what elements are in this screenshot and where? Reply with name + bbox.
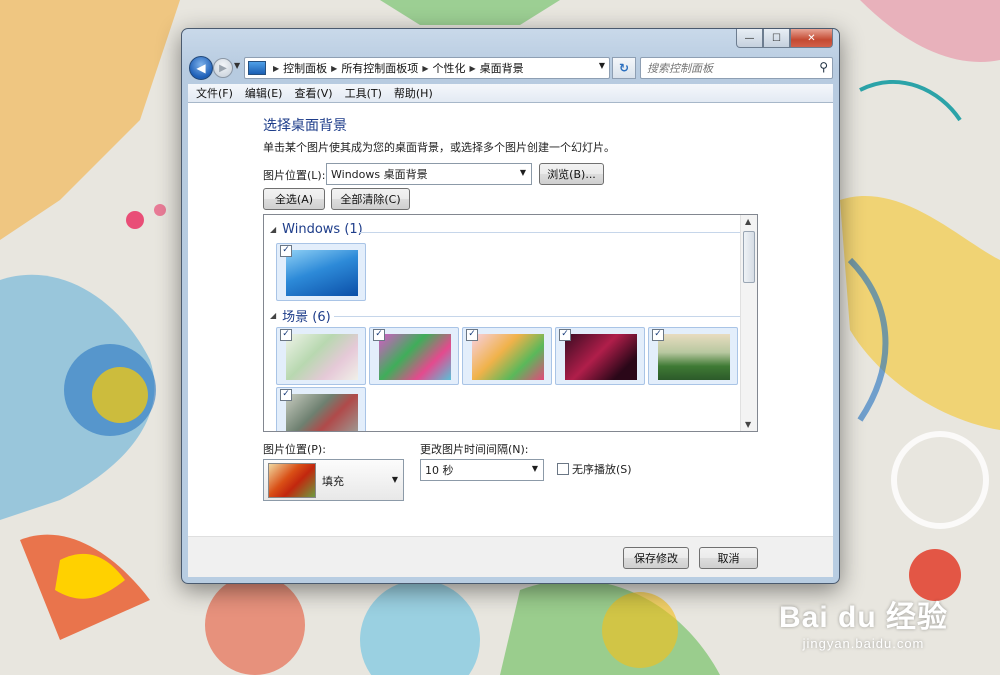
scene-wallpaper-3 bbox=[472, 334, 544, 380]
minimize-button[interactable]: — bbox=[736, 29, 763, 48]
wallpaper-gallery: ◢ Windows (1) ✓ ◢ 场景 (6) ✓ ✓ ✓ ✓ ✓ ✓ ▲ ▼ bbox=[263, 214, 758, 432]
close-button[interactable]: ✕ bbox=[790, 29, 833, 48]
thumbnail-checkbox[interactable]: ✓ bbox=[652, 329, 664, 341]
breadcrumb-separator-icon[interactable]: ▶ bbox=[331, 64, 337, 73]
breadcrumb-separator-icon[interactable]: ▶ bbox=[273, 64, 279, 73]
clear-all-button[interactable]: 全部清除(C) bbox=[331, 188, 410, 210]
wallpaper-thumbnail[interactable]: ✓ bbox=[369, 327, 459, 385]
chevron-down-icon: ▼ bbox=[391, 475, 398, 484]
maximize-icon: ☐ bbox=[772, 32, 781, 44]
footer-bar: 保存修改 取消 bbox=[188, 536, 833, 577]
control-panel-icon bbox=[248, 61, 266, 75]
scroll-up-icon[interactable]: ▲ bbox=[745, 217, 751, 226]
breadcrumb-all-items[interactable]: 所有控制面板项 bbox=[341, 60, 418, 76]
menu-edit[interactable]: 编辑(E) bbox=[239, 85, 289, 101]
thumbnail-checkbox[interactable]: ✓ bbox=[466, 329, 478, 341]
baidu-watermark: Bai du 经验 jingyan.baidu.com bbox=[779, 592, 948, 651]
shuffle-option[interactable]: 无序播放(S) bbox=[557, 461, 632, 477]
breadcrumb-personalization[interactable]: 个性化 bbox=[432, 60, 465, 76]
minimize-icon: — bbox=[744, 32, 755, 44]
cancel-button[interactable]: 取消 bbox=[699, 547, 758, 569]
group-divider bbox=[360, 232, 740, 233]
collapse-triangle-icon[interactable]: ◢ bbox=[270, 225, 276, 234]
maximize-button[interactable]: ☐ bbox=[763, 29, 790, 48]
position-preview-image bbox=[268, 463, 316, 498]
refresh-icon: ↻ bbox=[618, 61, 630, 75]
breadcrumb-desktop-background[interactable]: 桌面背景 bbox=[480, 60, 524, 76]
chevron-down-icon: ▼ bbox=[234, 61, 241, 70]
group-header-windows[interactable]: ◢ Windows (1) bbox=[270, 222, 363, 237]
menu-view[interactable]: 查看(V) bbox=[288, 85, 338, 101]
group-divider bbox=[334, 316, 740, 317]
scene-wallpaper-1 bbox=[286, 334, 358, 380]
thumbnail-checkbox[interactable]: ✓ bbox=[373, 329, 385, 341]
wallpaper-thumbnail[interactable]: ✓ bbox=[648, 327, 738, 385]
search-icon[interactable]: ⚲ bbox=[819, 60, 828, 74]
page-title: 选择桌面背景 bbox=[263, 118, 347, 134]
forward-arrow-icon: ▶ bbox=[219, 62, 227, 74]
thumbnail-checkbox[interactable]: ✓ bbox=[280, 329, 292, 341]
close-icon: ✕ bbox=[807, 32, 816, 44]
windows-logo-wallpaper bbox=[286, 250, 358, 296]
scene-wallpaper-4 bbox=[565, 334, 637, 380]
scrollbar-thumb[interactable] bbox=[743, 231, 755, 283]
picture-location-label: 图片位置(L): bbox=[263, 169, 326, 182]
recent-pages-dropdown[interactable]: ▼ bbox=[234, 61, 240, 70]
thumbnail-checkbox[interactable]: ✓ bbox=[280, 245, 292, 257]
breadcrumb-control-panel[interactable]: 控制面板 bbox=[283, 60, 327, 76]
select-all-button[interactable]: 全选(A) bbox=[263, 188, 325, 210]
refresh-button[interactable]: ↻ bbox=[612, 57, 636, 79]
scene-wallpaper-5 bbox=[658, 334, 730, 380]
thumbnail-checkbox[interactable]: ✓ bbox=[280, 389, 292, 401]
breadcrumb-separator-icon[interactable]: ▶ bbox=[422, 64, 428, 73]
interval-select[interactable]: 10 秒 ▼ bbox=[420, 459, 544, 481]
page-description: 单击某个图片使其成为您的桌面背景，或选择多个图片创建一个幻灯片。 bbox=[263, 141, 615, 154]
wallpaper-thumbnail[interactable]: ✓ bbox=[276, 327, 366, 385]
collapse-triangle-icon[interactable]: ◢ bbox=[270, 311, 276, 320]
shuffle-label: 无序播放(S) bbox=[572, 463, 632, 476]
desktop-background-window: — ☐ ✕ ◀ ▶ ▼ ▶ 控制面板 ▶ 所有控制面板项 ▶ 个性化 ▶ 桌面背… bbox=[181, 28, 840, 584]
scene-wallpaper-2 bbox=[379, 334, 451, 380]
chevron-down-icon: ▼ bbox=[519, 168, 526, 177]
wallpaper-thumbnail[interactable]: ✓ bbox=[276, 387, 366, 431]
back-arrow-icon: ◀ bbox=[196, 61, 206, 75]
browse-button[interactable]: 浏览(B)... bbox=[539, 163, 604, 185]
breadcrumb-separator-icon[interactable]: ▶ bbox=[469, 64, 475, 73]
picture-position-select[interactable]: 填充 ▼ bbox=[263, 459, 404, 501]
wallpaper-thumbnail[interactable]: ✓ bbox=[462, 327, 552, 385]
forward-button[interactable]: ▶ bbox=[213, 58, 233, 78]
watermark-logo: Bai du 经验 bbox=[778, 601, 948, 634]
search-box: ⚲ bbox=[640, 57, 833, 79]
group-header-scenes[interactable]: ◢ 场景 (6) bbox=[270, 306, 331, 325]
address-dropdown-icon[interactable]: ▼ bbox=[599, 61, 605, 70]
watermark-url: jingyan.baidu.com bbox=[802, 636, 925, 651]
caption-buttons: — ☐ ✕ bbox=[736, 29, 833, 48]
wallpaper-thumbnail[interactable]: ✓ bbox=[276, 243, 366, 301]
thumbnail-checkbox[interactable]: ✓ bbox=[559, 329, 571, 341]
menu-tools[interactable]: 工具(T) bbox=[339, 85, 388, 101]
menu-file[interactable]: 文件(F) bbox=[190, 85, 239, 101]
menu-bar: 文件(F) 编辑(E) 查看(V) 工具(T) 帮助(H) bbox=[188, 84, 833, 103]
picture-position-label: 图片位置(P): bbox=[263, 443, 326, 456]
picture-position-value: 填充 bbox=[322, 475, 344, 488]
scroll-down-icon[interactable]: ▼ bbox=[745, 420, 751, 429]
group-title: 场景 (6) bbox=[282, 310, 331, 325]
menu-help[interactable]: 帮助(H) bbox=[388, 85, 439, 101]
interval-label: 更改图片时间间隔(N): bbox=[420, 443, 529, 456]
group-title: Windows (1) bbox=[282, 222, 363, 237]
back-button[interactable]: ◀ bbox=[189, 56, 213, 80]
wallpaper-thumbnail[interactable]: ✓ bbox=[555, 327, 645, 385]
shuffle-checkbox[interactable] bbox=[557, 463, 569, 475]
chevron-down-icon: ▼ bbox=[531, 464, 538, 473]
content-pane: 选择桌面背景 单击某个图片使其成为您的桌面背景，或选择多个图片创建一个幻灯片。 … bbox=[188, 103, 833, 537]
address-bar[interactable]: ▶ 控制面板 ▶ 所有控制面板项 ▶ 个性化 ▶ 桌面背景 ▼ bbox=[244, 57, 610, 79]
scene-wallpaper-6 bbox=[286, 394, 358, 431]
picture-location-select[interactable]: Windows 桌面背景 ▼ bbox=[326, 163, 532, 185]
search-input[interactable] bbox=[645, 58, 809, 78]
interval-value: 10 秒 bbox=[425, 464, 454, 477]
picture-location-value: Windows 桌面背景 bbox=[331, 168, 428, 181]
gallery-scrollbar[interactable]: ▲ ▼ bbox=[740, 215, 757, 431]
navigation-bar: ◀ ▶ ▼ ▶ 控制面板 ▶ 所有控制面板项 ▶ 个性化 ▶ 桌面背景 ▼ ↻ … bbox=[188, 56, 833, 80]
save-changes-button[interactable]: 保存修改 bbox=[623, 547, 689, 569]
